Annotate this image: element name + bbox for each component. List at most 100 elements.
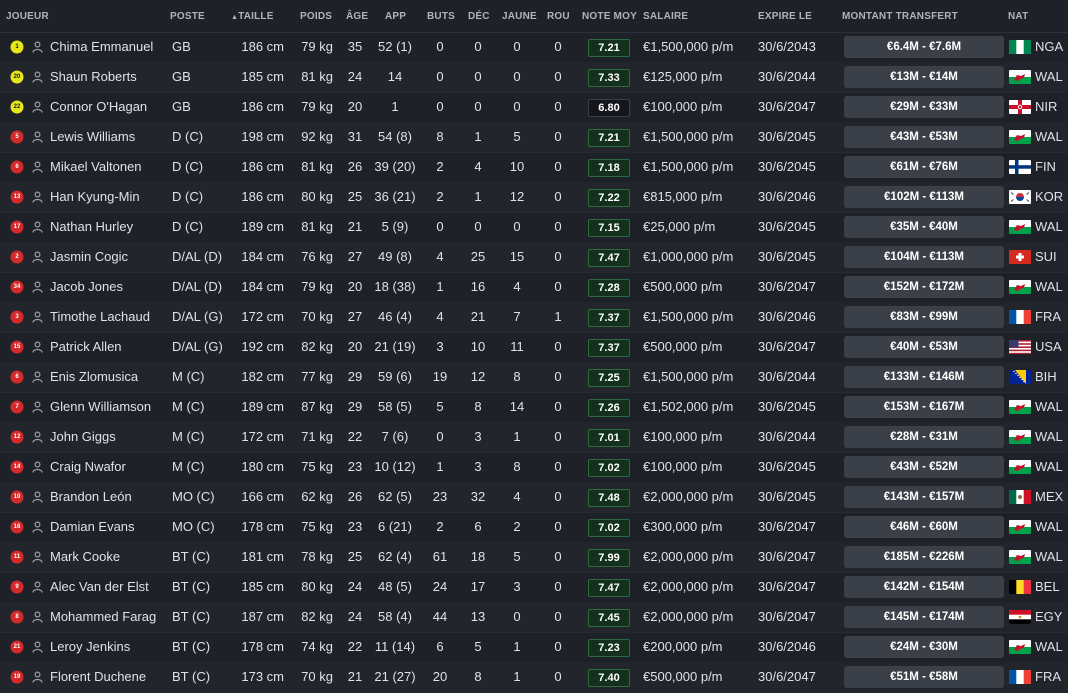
table-row[interactable]: 16 Damian Evans MO (C) 178 cm 75 kg 23 6…: [0, 512, 1068, 543]
transfer-value-pill[interactable]: €133M - €146M: [844, 366, 1004, 388]
table-row[interactable]: 11 Mark Cooke BT (C) 181 cm 78 kg 25 62 …: [0, 542, 1068, 573]
player-name[interactable]: Craig Nwafor: [50, 452, 126, 482]
player-name[interactable]: Patrick Allen: [50, 332, 122, 362]
table-row[interactable]: 21 Leroy Jenkins BT (C) 178 cm 74 kg 22 …: [0, 632, 1068, 663]
table-row[interactable]: 7 Glenn Williamson M (C) 189 cm 87 kg 29…: [0, 392, 1068, 423]
table-row[interactable]: 14 Craig Nwafor M (C) 180 cm 75 kg 23 10…: [0, 452, 1068, 483]
transfer-value-pill[interactable]: €43M - €52M: [844, 456, 1004, 478]
transfer-value-pill[interactable]: €185M - €226M: [844, 546, 1004, 568]
transfer-value-pill[interactable]: €43M - €53M: [844, 126, 1004, 148]
transfer-value-pill[interactable]: €28M - €31M: [844, 426, 1004, 448]
person-icon: [32, 311, 43, 323]
table-row[interactable]: 17 Nathan Hurley D (C) 189 cm 81 kg 21 5…: [0, 212, 1068, 243]
player-name[interactable]: Connor O'Hagan: [50, 92, 147, 122]
player-red: 0: [554, 159, 562, 174]
avg-rating-badge: 7.01: [588, 429, 630, 447]
player-apps: 48 (5): [378, 579, 412, 594]
col-header-player[interactable]: JOUEUR: [6, 11, 49, 22]
player-name[interactable]: John Giggs: [50, 422, 116, 452]
col-header-yellow[interactable]: JAUNE: [502, 11, 537, 22]
col-header-age[interactable]: ÂGE: [346, 11, 368, 22]
transfer-value-pill[interactable]: €13M - €14M: [844, 66, 1004, 88]
transfer-value-pill[interactable]: €29M - €33M: [844, 96, 1004, 118]
table-row[interactable]: 8 Mohammed Farag BT (C) 187 cm 82 kg 24 …: [0, 602, 1068, 633]
player-height: 173 cm: [241, 669, 284, 684]
col-header-red[interactable]: ROU: [547, 11, 570, 22]
player-height: 184 cm: [241, 279, 284, 294]
player-name[interactable]: Mohammed Farag: [50, 602, 156, 632]
player-name[interactable]: Timothe Lachaud: [50, 302, 150, 332]
table-row[interactable]: 3 Timothe Lachaud D/AL (G) 172 cm 70 kg …: [0, 302, 1068, 333]
player-name[interactable]: Damian Evans: [50, 512, 135, 542]
col-header-goals[interactable]: BUTS: [427, 11, 455, 22]
transfer-value-pill[interactable]: €143M - €157M: [844, 486, 1004, 508]
table-row[interactable]: 13 Han Kyung-Min D (C) 186 cm 80 kg 25 3…: [0, 182, 1068, 213]
contract-expiry: 30/6/2044: [758, 369, 816, 384]
player-name[interactable]: Nathan Hurley: [50, 212, 133, 242]
transfer-value-pill[interactable]: €40M - €53M: [844, 336, 1004, 358]
table-row[interactable]: 6 Enis Zlomusica M (C) 182 cm 77 kg 29 5…: [0, 362, 1068, 393]
col-header-height[interactable]: ▲TAILLE: [231, 11, 274, 22]
transfer-value-pill[interactable]: €83M - €99M: [844, 306, 1004, 328]
nationality-code: USA: [1035, 339, 1062, 354]
player-name[interactable]: Glenn Williamson: [50, 392, 151, 422]
transfer-value-pill[interactable]: €35M - €40M: [844, 216, 1004, 238]
table-row[interactable]: 20 Shaun Roberts GB 185 cm 81 kg 24 14 0…: [0, 62, 1068, 93]
player-name[interactable]: Leroy Jenkins: [50, 632, 130, 662]
person-icon: [32, 371, 43, 383]
nation-flag-icon: [1009, 550, 1031, 564]
table-row[interactable]: 15 Patrick Allen D/AL (G) 192 cm 82 kg 2…: [0, 332, 1068, 363]
player-name[interactable]: Shaun Roberts: [50, 62, 137, 92]
col-header-expires[interactable]: EXPIRE LE: [758, 11, 812, 22]
person-icon: [32, 191, 43, 203]
player-name[interactable]: Mark Cooke: [50, 542, 120, 572]
col-header-dec[interactable]: DÉC: [468, 11, 490, 22]
transfer-value-pill[interactable]: €102M - €113M: [844, 186, 1004, 208]
table-row[interactable]: 10 Brandon León MO (C) 166 cm 62 kg 26 6…: [0, 482, 1068, 513]
table-row[interactable]: 12 John Giggs M (C) 172 cm 71 kg 22 7 (6…: [0, 422, 1068, 453]
table-row[interactable]: 6 Mikael Valtonen D (C) 186 cm 81 kg 26 …: [0, 152, 1068, 183]
col-header-wage[interactable]: SALAIRE: [643, 11, 688, 22]
transfer-value-pill[interactable]: €152M - €172M: [844, 276, 1004, 298]
col-header-weight[interactable]: POIDS: [300, 11, 332, 22]
transfer-value-pill[interactable]: €6.4M - €7.6M: [844, 36, 1004, 58]
player-name[interactable]: Alec Van der Elst: [50, 572, 149, 602]
player-name[interactable]: Jasmin Cogic: [50, 242, 128, 272]
player-name[interactable]: Mikael Valtonen: [50, 152, 142, 182]
transfer-value-pill[interactable]: €61M - €76M: [844, 156, 1004, 178]
player-goals: 19: [432, 369, 448, 384]
col-header-transfer-value[interactable]: MONTANT TRANSFERT: [842, 11, 958, 22]
table-row[interactable]: 1 Chima Emmanuel GB 186 cm 79 kg 35 52 (…: [0, 32, 1068, 63]
player-dec: 1: [474, 129, 482, 144]
player-dec: 3: [474, 429, 482, 444]
player-wage: €1,500,000 p/m: [643, 309, 734, 324]
col-header-apps[interactable]: APP: [385, 11, 406, 22]
transfer-value-pill[interactable]: €142M - €154M: [844, 576, 1004, 598]
col-header-nat[interactable]: NAT: [1008, 11, 1028, 22]
table-row[interactable]: 5 Lewis Williams D (C) 198 cm 92 kg 31 5…: [0, 122, 1068, 153]
table-row[interactable]: 34 Jacob Jones D/AL (D) 184 cm 79 kg 20 …: [0, 272, 1068, 303]
nationality-code: WAL: [1035, 69, 1063, 84]
player-name[interactable]: Chima Emmanuel: [50, 32, 153, 62]
transfer-value-pill[interactable]: €104M - €113M: [844, 246, 1004, 268]
table-row[interactable]: 19 Florent Duchene BT (C) 173 cm 70 kg 2…: [0, 662, 1068, 693]
table-row[interactable]: 22 Connor O'Hagan GB 186 cm 79 kg 20 1 0…: [0, 92, 1068, 123]
transfer-value-pill[interactable]: €46M - €60M: [844, 516, 1004, 538]
transfer-value-pill[interactable]: €145M - €174M: [844, 606, 1004, 628]
col-header-avg-rating[interactable]: NOTE MOY: [582, 11, 637, 22]
nationality-code: KOR: [1035, 189, 1064, 204]
player-name[interactable]: Lewis Williams: [50, 122, 135, 152]
table-row[interactable]: 2 Jasmin Cogic D/AL (D) 184 cm 76 kg 27 …: [0, 242, 1068, 273]
table-row[interactable]: 9 Alec Van der Elst BT (C) 185 cm 80 kg …: [0, 572, 1068, 603]
player-name[interactable]: Enis Zlomusica: [50, 362, 138, 392]
player-name[interactable]: Brandon León: [50, 482, 132, 512]
player-name[interactable]: Florent Duchene: [50, 662, 146, 692]
col-header-position[interactable]: POSTE: [170, 11, 205, 22]
transfer-value-pill[interactable]: €153M - €167M: [844, 396, 1004, 418]
person-icon: [32, 251, 43, 263]
player-name[interactable]: Han Kyung-Min: [50, 182, 140, 212]
player-name[interactable]: Jacob Jones: [50, 272, 123, 302]
transfer-value-pill[interactable]: €51M - €58M: [844, 666, 1004, 688]
transfer-value-pill[interactable]: €24M - €30M: [844, 636, 1004, 658]
contract-expiry: 30/6/2047: [758, 279, 816, 294]
